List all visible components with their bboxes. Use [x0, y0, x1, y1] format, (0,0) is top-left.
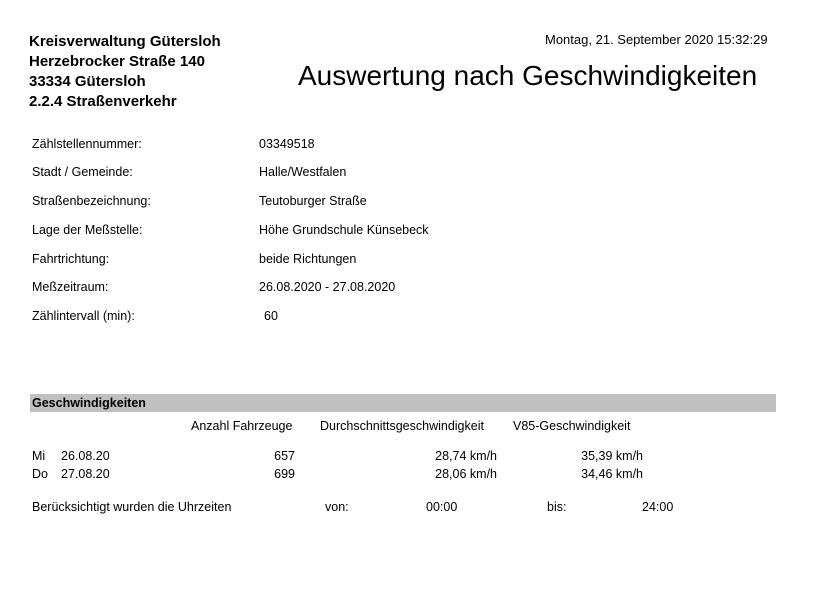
info-value-street: Teutoburger Straße: [259, 194, 367, 208]
time-to-value: 24:00: [642, 500, 674, 514]
info-label-city: Stadt / Gemeinde:: [32, 165, 133, 179]
time-to-label: bis:: [547, 500, 567, 514]
report-date: Montag, 21. September 2020 15:32:29: [545, 32, 768, 47]
time-range-note: Berücksichtigt wurden die Uhrzeiten: [32, 500, 232, 514]
report-page: { "header": { "org_lines": [ "Kreisverwa…: [0, 0, 821, 598]
info-label-location: Lage der Meßstelle:: [32, 223, 143, 237]
row-day: Mi: [32, 449, 46, 463]
section-header-bar: Geschwindigkeiten: [30, 394, 776, 412]
row-v85-speed: 35,39 km/h: [581, 449, 643, 463]
report-title: Auswertung nach Geschwindigkeiten: [298, 60, 758, 91]
row-count: 699: [274, 467, 295, 481]
row-date: 26.08.20: [61, 449, 110, 463]
row-avg-speed: 28,06 km/h: [435, 467, 497, 481]
info-value-interval: 60: [264, 309, 278, 323]
section-title: Geschwindigkeiten: [32, 396, 146, 410]
info-label-direction: Fahrtrichtung:: [32, 252, 110, 266]
row-avg-speed: 28,74 km/h: [435, 449, 497, 463]
org-city: 33334 Gütersloh: [29, 73, 146, 90]
org-department: 2.2.4 Straßenverkehr: [29, 93, 177, 110]
time-from-value: 00:00: [426, 500, 458, 514]
info-value-period: 26.08.2020 - 27.08.2020: [259, 280, 396, 294]
column-header-v85-speed: V85-Geschwindigkeit: [513, 419, 631, 433]
info-label-interval: Zählintervall (min):: [32, 309, 135, 323]
org-street: Herzebrocker Straße 140: [29, 53, 205, 70]
info-label-station-number: Zählstellennummer:: [32, 137, 142, 151]
info-label-period: Meßzeitraum:: [32, 280, 109, 294]
info-value-station-number: 03349518: [259, 137, 315, 151]
row-count: 657: [274, 449, 295, 463]
org-name: Kreisverwaltung Gütersloh: [29, 33, 221, 50]
time-from-label: von:: [325, 500, 349, 514]
column-header-count: Anzahl Fahrzeuge: [191, 419, 293, 433]
info-value-city: Halle/Westfalen: [259, 165, 347, 179]
row-v85-speed: 34,46 km/h: [581, 467, 643, 481]
info-value-direction: beide Richtungen: [259, 252, 357, 266]
column-header-avg-speed: Durchschnittsgeschwindigkeit: [320, 419, 484, 433]
info-value-location: Höhe Grundschule Künsebeck: [259, 223, 429, 237]
info-label-street: Straßenbezeichnung:: [32, 194, 151, 208]
row-date: 27.08.20: [61, 467, 110, 481]
row-day: Do: [32, 467, 48, 481]
